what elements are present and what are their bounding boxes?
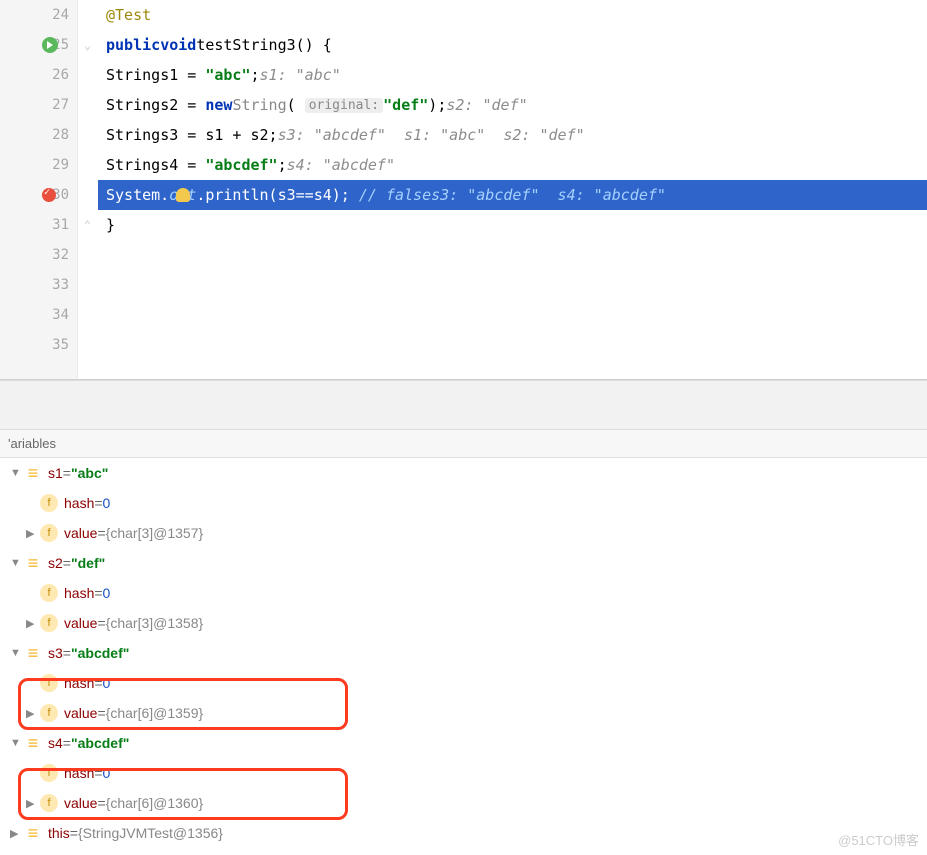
line-number: 34 <box>0 300 77 330</box>
expand-arrow-icon[interactable]: ▼ <box>10 557 24 569</box>
variable-field[interactable]: fhash = 0 <box>0 668 927 698</box>
code-line: @Test <box>98 0 927 30</box>
variable-node[interactable]: ▶ this = {StringJVMTest@1356} <box>0 818 927 848</box>
line-number: 35 <box>0 330 77 360</box>
variable-field[interactable]: ▶ fvalue = {char[6]@1359} <box>0 698 927 728</box>
variable-field[interactable]: fhash = 0 <box>0 758 927 788</box>
variable-field[interactable]: ▶ fvalue = {char[3]@1358} <box>0 608 927 638</box>
code-content[interactable]: @Test public void testString3() { String… <box>98 0 927 379</box>
line-number: 30 <box>0 180 77 210</box>
expand-arrow-icon[interactable]: ▼ <box>10 647 24 659</box>
variable-field[interactable]: ▶ fvalue = {char[3]@1357} <box>0 518 927 548</box>
line-number: 27 <box>0 90 77 120</box>
object-icon <box>24 644 42 662</box>
line-number: 28 <box>0 120 77 150</box>
line-number-gutter: 24 25 26 27 28 29 30 31 32 33 34 35 <box>0 0 78 379</box>
fold-indicator-icon[interactable]: ⌄ <box>78 30 97 60</box>
intention-bulb-icon[interactable] <box>176 188 190 202</box>
field-icon: f <box>40 524 58 542</box>
object-icon <box>24 554 42 572</box>
field-icon: f <box>40 764 58 782</box>
line-number: 33 <box>0 270 77 300</box>
fold-indicator-icon[interactable]: ⌃ <box>78 210 97 240</box>
field-icon: f <box>40 494 58 512</box>
current-execution-line: System.out.println(s3==s4); // false s3:… <box>98 180 927 210</box>
watermark: @51CTO博客 <box>838 830 919 849</box>
variable-node[interactable]: ▼ s3 = "abcdef" <box>0 638 927 668</box>
fold-column: ⌄ ⌃ <box>78 0 98 379</box>
field-icon: f <box>40 674 58 692</box>
object-icon <box>24 824 42 842</box>
variables-panel[interactable]: 'ariables ▼ s1 = "abc" fhash = 0 ▶ fvalu… <box>0 430 927 848</box>
variable-node[interactable]: ▼ s4 = "abcdef" <box>0 728 927 758</box>
expand-arrow-icon[interactable]: ▶ <box>26 617 40 630</box>
run-test-icon[interactable] <box>42 37 58 53</box>
variable-field[interactable]: ▶ fvalue = {char[6]@1360} <box>0 788 927 818</box>
line-number: 24 <box>0 0 77 30</box>
expand-arrow-icon[interactable]: ▼ <box>10 737 24 749</box>
expand-arrow-icon[interactable]: ▶ <box>26 707 40 720</box>
code-line: String s3 = s1 + s2; s3: "abcdef" s1: "a… <box>98 120 927 150</box>
code-line: String s2 = new String( original: "def")… <box>98 90 927 120</box>
code-line: String s4 = "abcdef"; s4: "abcdef" <box>98 150 927 180</box>
line-number: 29 <box>0 150 77 180</box>
breakpoint-icon[interactable] <box>42 188 56 202</box>
field-icon: f <box>40 704 58 722</box>
code-editor[interactable]: 24 25 26 27 28 29 30 31 32 33 34 35 ⌄ ⌃ … <box>0 0 927 380</box>
code-line: String s1 = "abc"; s1: "abc" <box>98 60 927 90</box>
variable-field[interactable]: fhash = 0 <box>0 488 927 518</box>
variables-header: 'ariables <box>0 430 927 458</box>
field-icon: f <box>40 614 58 632</box>
line-number: 31 <box>0 210 77 240</box>
line-number: 32 <box>0 240 77 270</box>
panel-divider[interactable] <box>0 380 927 430</box>
expand-arrow-icon[interactable]: ▶ <box>10 827 24 840</box>
variable-field[interactable]: fhash = 0 <box>0 578 927 608</box>
line-number: 26 <box>0 60 77 90</box>
field-icon: f <box>40 584 58 602</box>
expand-arrow-icon[interactable]: ▶ <box>26 797 40 810</box>
line-number: 25 <box>0 30 77 60</box>
object-icon <box>24 734 42 752</box>
code-line: public void testString3() { <box>98 30 927 60</box>
variable-node[interactable]: ▼ s1 = "abc" <box>0 458 927 488</box>
expand-arrow-icon[interactable]: ▶ <box>26 527 40 540</box>
field-icon: f <box>40 794 58 812</box>
code-line: } <box>98 210 927 240</box>
expand-arrow-icon[interactable]: ▼ <box>10 467 24 479</box>
object-icon <box>24 464 42 482</box>
variable-node[interactable]: ▼ s2 = "def" <box>0 548 927 578</box>
